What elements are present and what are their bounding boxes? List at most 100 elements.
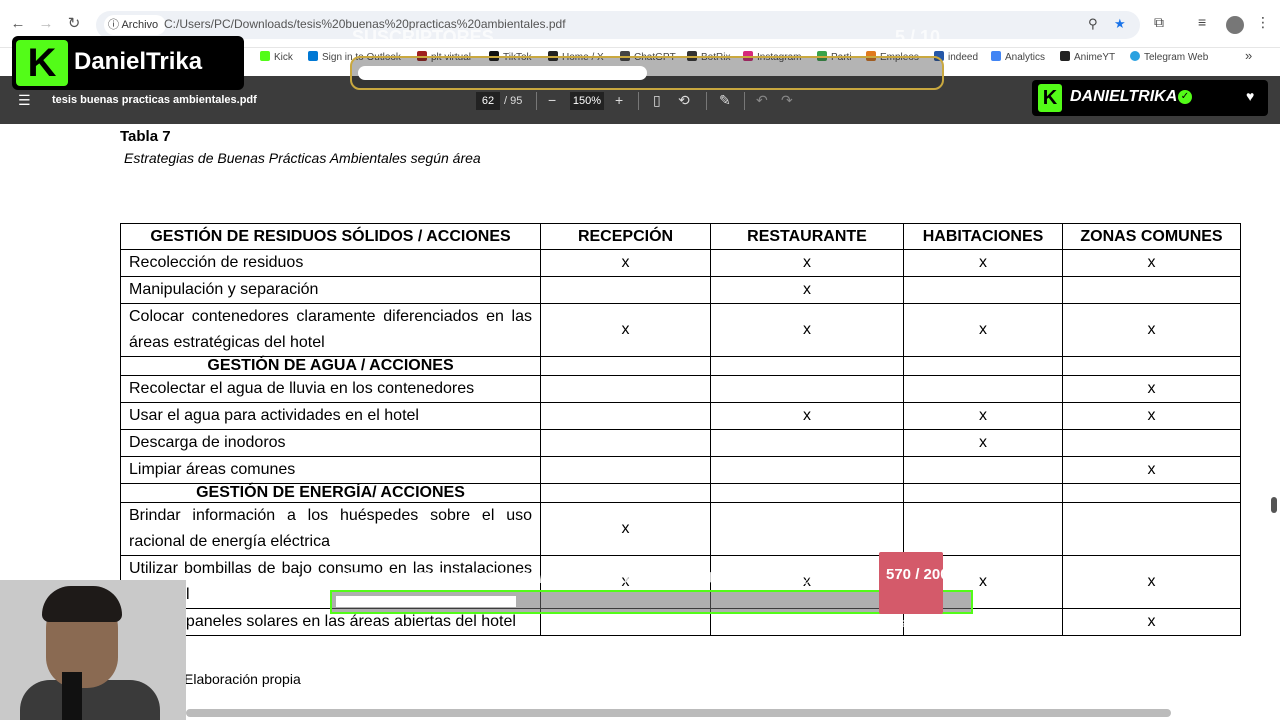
kick-icon xyxy=(260,51,270,61)
extensions-icon[interactable]: ⧉ xyxy=(1154,14,1164,31)
table-section-row: GESTIÓN DE ENERGÍA/ ACCIONES xyxy=(120,483,1241,503)
mark-cell: x xyxy=(1062,555,1241,609)
annotate-icon[interactable]: ✎ xyxy=(719,92,731,109)
mark-cell: x xyxy=(710,276,904,304)
mark-cell xyxy=(903,356,1063,376)
action-label: Descarga de inodoros xyxy=(120,429,541,457)
mark-cell: x xyxy=(903,429,1063,457)
reading-list-icon[interactable]: ≡ xyxy=(1198,14,1206,30)
mark-cell xyxy=(1062,483,1241,503)
telegram-icon xyxy=(1130,51,1140,61)
vertical-scrollbar[interactable] xyxy=(1270,130,1278,716)
animeyt-icon xyxy=(1060,51,1070,61)
toolbar-divider xyxy=(706,92,707,110)
table-row: Descarga de inodoros x xyxy=(120,429,1241,457)
table-row: Brindar información a los huéspedes sobr… xyxy=(120,502,1241,556)
toolbar-divider xyxy=(536,92,537,110)
toolbar-divider xyxy=(638,92,639,110)
bookmark-item[interactable]: Telegram Web xyxy=(1130,51,1208,63)
brand-name: DanielTrika xyxy=(74,48,203,75)
mark-cell: x xyxy=(903,402,1063,430)
google-icon xyxy=(991,51,1001,61)
horizontal-scrollbar[interactable] xyxy=(186,709,1171,717)
pdf-filename: tesis buenas practicas ambientales.pdf xyxy=(52,94,257,106)
mark-cell xyxy=(710,429,904,457)
page-number-input[interactable]: 62 xyxy=(476,92,500,110)
kicks-goal-bar xyxy=(330,590,973,614)
table-section-row: GESTIÓN DE AGUA / ACCIONES xyxy=(120,356,1241,376)
table-row: Recolección de residuos x x x x xyxy=(120,249,1241,277)
origin-label: Archivo xyxy=(121,19,159,31)
site-info-chip[interactable]: ⓘ Archivo xyxy=(104,15,167,35)
table-row: Limpiar áreas comunes x xyxy=(120,456,1241,484)
mark-cell: x xyxy=(540,249,711,277)
table-title: Estrategias de Buenas Prácticas Ambienta… xyxy=(124,150,481,166)
reload-icon[interactable]: ↻ xyxy=(64,14,84,34)
mark-cell: x xyxy=(710,402,904,430)
rotate-icon[interactable]: ⟲ xyxy=(678,92,690,109)
header-cell: ZONAS COMUNES xyxy=(1062,223,1241,250)
mark-cell xyxy=(903,276,1063,304)
table-number: Tabla 7 xyxy=(120,128,171,145)
mark-cell: x xyxy=(1062,456,1241,484)
zoom-level-input[interactable]: 150% xyxy=(570,92,604,110)
mark-cell xyxy=(903,483,1063,503)
fit-page-icon[interactable]: ▯ xyxy=(653,92,661,109)
mark-cell: x xyxy=(1062,402,1241,430)
menu-dots-icon[interactable]: ⋮ xyxy=(1256,14,1270,31)
kick-logo-icon: K xyxy=(16,40,68,86)
header-cell: RECEPCIÓN xyxy=(540,223,711,250)
mark-cell xyxy=(710,502,904,556)
page-total: / 95 xyxy=(504,95,523,107)
address-bar[interactable]: ⓘ Archivo C:/Users/PC/Downloads/tesis%20… xyxy=(96,11,1140,39)
bookmark-star-icon[interactable]: ★ xyxy=(1114,16,1126,32)
subscribers-count: 5 / 10 xyxy=(895,27,941,47)
redo-icon[interactable]: ↷ xyxy=(781,92,793,109)
section-title: GESTIÓN DE AGUA / ACCIONES xyxy=(120,356,541,376)
forward-icon[interactable]: → xyxy=(36,14,56,34)
subscribers-progress-fill xyxy=(358,66,647,80)
mark-cell: x xyxy=(540,303,711,357)
bookmark-item[interactable]: Kick xyxy=(260,51,293,63)
mark-cell xyxy=(540,429,711,457)
profile-avatar[interactable] xyxy=(1226,16,1244,34)
table-header-row: GESTIÓN DE RESIDUOS SÓLIDOS / ACCIONES R… xyxy=(120,223,1241,250)
goal-message: "IF YOU SEND ME KICKS, I'LL THINK ABOUT … xyxy=(338,570,820,587)
back-icon[interactable]: ← xyxy=(8,14,28,34)
hamburger-menu-icon[interactable]: ☰ xyxy=(18,92,31,109)
zoom-in-button[interactable]: + xyxy=(615,92,623,108)
bookmark-item[interactable]: Analytics xyxy=(991,51,1045,63)
subscribers-goal-bar xyxy=(350,56,944,90)
channel-badge: K DANIELTRIKA ✓ ♥ xyxy=(1032,80,1268,116)
mark-cell xyxy=(710,483,904,503)
toolbar-divider xyxy=(744,92,745,110)
subscribers-label: SUSCRIPTORES xyxy=(352,27,494,47)
mark-cell: x xyxy=(1062,608,1241,636)
action-label: Limpiar áreas comunes xyxy=(120,456,541,484)
mark-cell xyxy=(1062,356,1241,376)
action-label: Recolectar el agua de lluvia en los cont… xyxy=(120,375,541,403)
zoom-out-button[interactable]: − xyxy=(548,92,556,108)
verified-icon: ✓ xyxy=(1178,90,1192,104)
mark-cell: x xyxy=(903,249,1063,277)
mark-cell xyxy=(1062,429,1241,457)
zoom-icon[interactable]: ⚲ xyxy=(1088,16,1098,32)
more-bookmarks-icon[interactable]: » xyxy=(1245,48,1252,63)
table-row: Colocar contenedores claramente diferenc… xyxy=(120,303,1241,357)
mark-cell xyxy=(540,356,711,376)
webcam-microphone xyxy=(62,672,82,720)
mark-cell: x xyxy=(540,502,711,556)
streak-label: 3x STREAK xyxy=(885,619,941,630)
heart-icon[interactable]: ♥ xyxy=(1246,88,1254,104)
mark-cell: x xyxy=(1062,249,1241,277)
undo-icon[interactable]: ↶ xyxy=(756,92,768,109)
mark-cell: x xyxy=(1062,303,1241,357)
bookmark-item[interactable]: AnimeYT xyxy=(1060,51,1115,63)
mark-cell: x xyxy=(903,303,1063,357)
section-title: GESTIÓN DE ENERGÍA/ ACCIONES xyxy=(120,483,541,503)
goal-image xyxy=(879,552,943,614)
scrollbar-thumb[interactable] xyxy=(1271,497,1277,513)
mark-cell: x xyxy=(710,303,904,357)
kick-logo-icon: K xyxy=(1038,84,1062,112)
mark-cell xyxy=(903,456,1063,484)
